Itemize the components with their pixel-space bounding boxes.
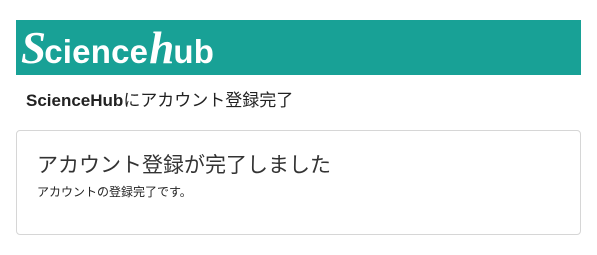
sciencehub-logo[interactable]: S cience h ub <box>21 23 215 73</box>
header-bar: S cience h ub <box>16 20 581 75</box>
logo-text-cience: cience <box>44 33 149 70</box>
registration-complete-card: アカウント登録が完了しました アカウントの登録完了です。 <box>16 130 581 235</box>
logo-letter-s: S <box>21 23 47 73</box>
page-title-brand: ScienceHub <box>26 91 124 110</box>
card-title: アカウント登録が完了しました <box>37 153 331 177</box>
card-text: アカウントの登録完了です。 <box>37 185 192 199</box>
logo-letter-h: h <box>149 23 175 73</box>
logo-text-ub: ub <box>173 33 215 70</box>
page-title-suffix: にアカウント登録完了 <box>123 91 294 111</box>
page-title: ScienceHubにアカウント登録完了 <box>26 89 576 113</box>
